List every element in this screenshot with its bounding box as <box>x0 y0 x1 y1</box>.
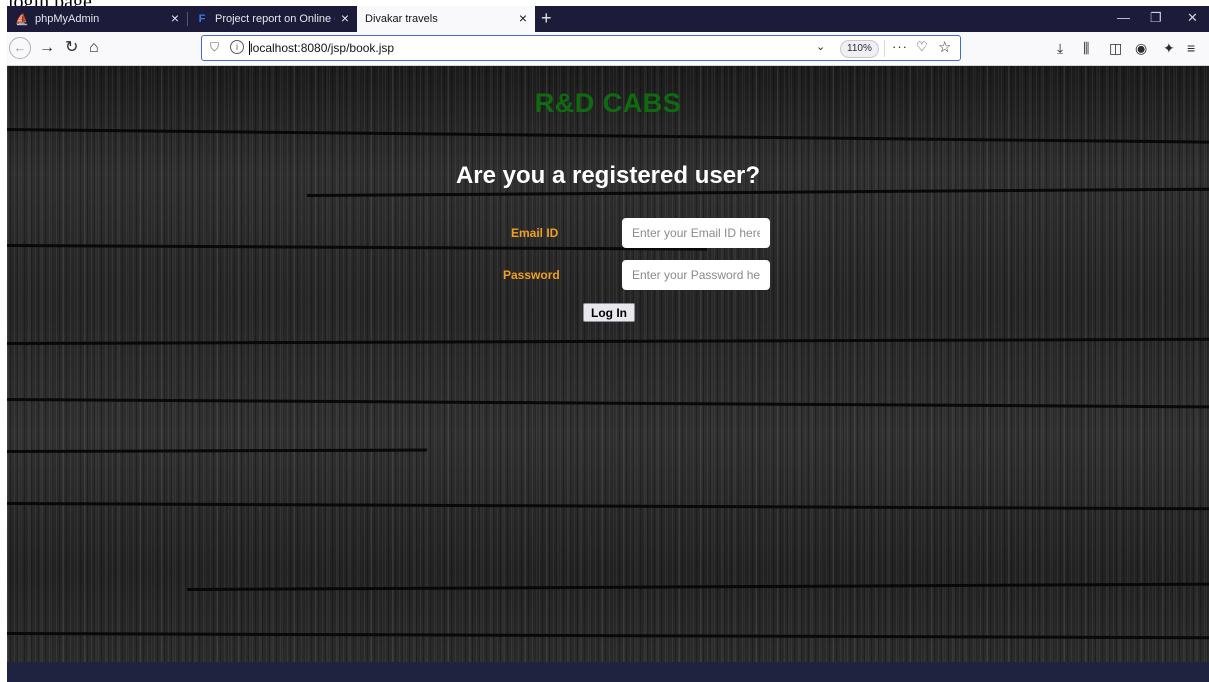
forward-icon[interactable]: → <box>39 38 55 58</box>
email-label: Email ID <box>511 226 559 240</box>
more-actions-icon[interactable]: ··· <box>892 39 908 54</box>
background-streak <box>7 502 1209 511</box>
back-icon[interactable]: ← <box>9 37 31 59</box>
background-streak <box>7 632 1209 640</box>
zoom-indicator[interactable]: 110% <box>840 40 879 58</box>
minimize-icon[interactable]: — <box>1117 10 1130 25</box>
address-bar[interactable]: ⛉ i localhost:8080/jsp/book.jsp ⌄ 110% ·… <box>201 35 961 61</box>
background-streak <box>7 128 1209 144</box>
home-icon[interactable]: ⌂ <box>89 38 99 58</box>
tab-label: Project report on Online Car Re <box>215 13 335 25</box>
bookmark-star-icon[interactable]: ☆ <box>938 38 951 56</box>
close-window-icon[interactable]: ✕ <box>1187 10 1198 26</box>
info-icon[interactable]: i <box>230 40 244 54</box>
tab-label: phpMyAdmin <box>35 13 100 25</box>
restore-icon[interactable]: ❐ <box>1150 10 1162 26</box>
downloads-icon[interactable]: ⤓ <box>1057 38 1063 58</box>
shield-icon[interactable]: ⛉ <box>210 40 219 55</box>
library-icon[interactable]: ⫼ <box>1083 38 1089 58</box>
divider <box>884 40 885 57</box>
tab-project-report[interactable]: F Project report on Online Car Re × <box>187 6 358 32</box>
browser-window: ⛵ phpMyAdmin × F Project report on Onlin… <box>7 6 1209 682</box>
tab-bar: ⛵ phpMyAdmin × F Project report on Onlin… <box>7 6 1209 32</box>
account-icon[interactable]: ◉ <box>1135 38 1147 58</box>
background-streak <box>186 582 1209 591</box>
sidebar-icon[interactable]: ◫ <box>1109 38 1122 58</box>
tab-label: Divakar travels <box>365 13 438 25</box>
tab-divakar-travels[interactable]: Divakar travels × <box>357 6 535 32</box>
reload-icon[interactable]: ↻ <box>65 38 78 58</box>
pocket-icon[interactable]: ♡ <box>916 39 928 55</box>
page-heading: Are you a registered user? <box>455 162 761 189</box>
background-streak <box>7 244 707 251</box>
new-tab-icon[interactable]: + <box>541 8 552 28</box>
url-text[interactable]: localhost:8080/jsp/book.jsp <box>250 41 394 55</box>
page-content: R&D CABS Are you a registered user? Emai… <box>7 66 1209 662</box>
email-field[interactable] <box>622 218 770 248</box>
close-icon[interactable]: × <box>171 11 179 25</box>
brand-title: R&D CABS <box>534 88 682 118</box>
background-streak <box>7 398 1209 409</box>
phpmyadmin-icon: ⛵ <box>15 13 29 26</box>
extensions-icon[interactable]: ✦ <box>1163 38 1175 58</box>
background-streak <box>7 337 1209 345</box>
close-icon[interactable]: × <box>341 11 349 25</box>
menu-icon[interactable]: ≡ <box>1187 38 1195 58</box>
report-icon: F <box>198 13 206 25</box>
password-field[interactable] <box>622 260 770 290</box>
background-streak <box>7 448 428 453</box>
close-icon[interactable]: × <box>519 11 527 25</box>
login-button[interactable]: Log In <box>583 303 635 322</box>
password-label: Password <box>503 268 560 282</box>
tab-phpmyadmin[interactable]: ⛵ phpMyAdmin × <box>7 6 188 32</box>
navigation-bar: ← → ↻ ⌂ ⛉ i localhost:8080/jsp/book.jsp … <box>7 32 1209 66</box>
chevron-down-icon[interactable]: ⌄ <box>816 40 825 53</box>
